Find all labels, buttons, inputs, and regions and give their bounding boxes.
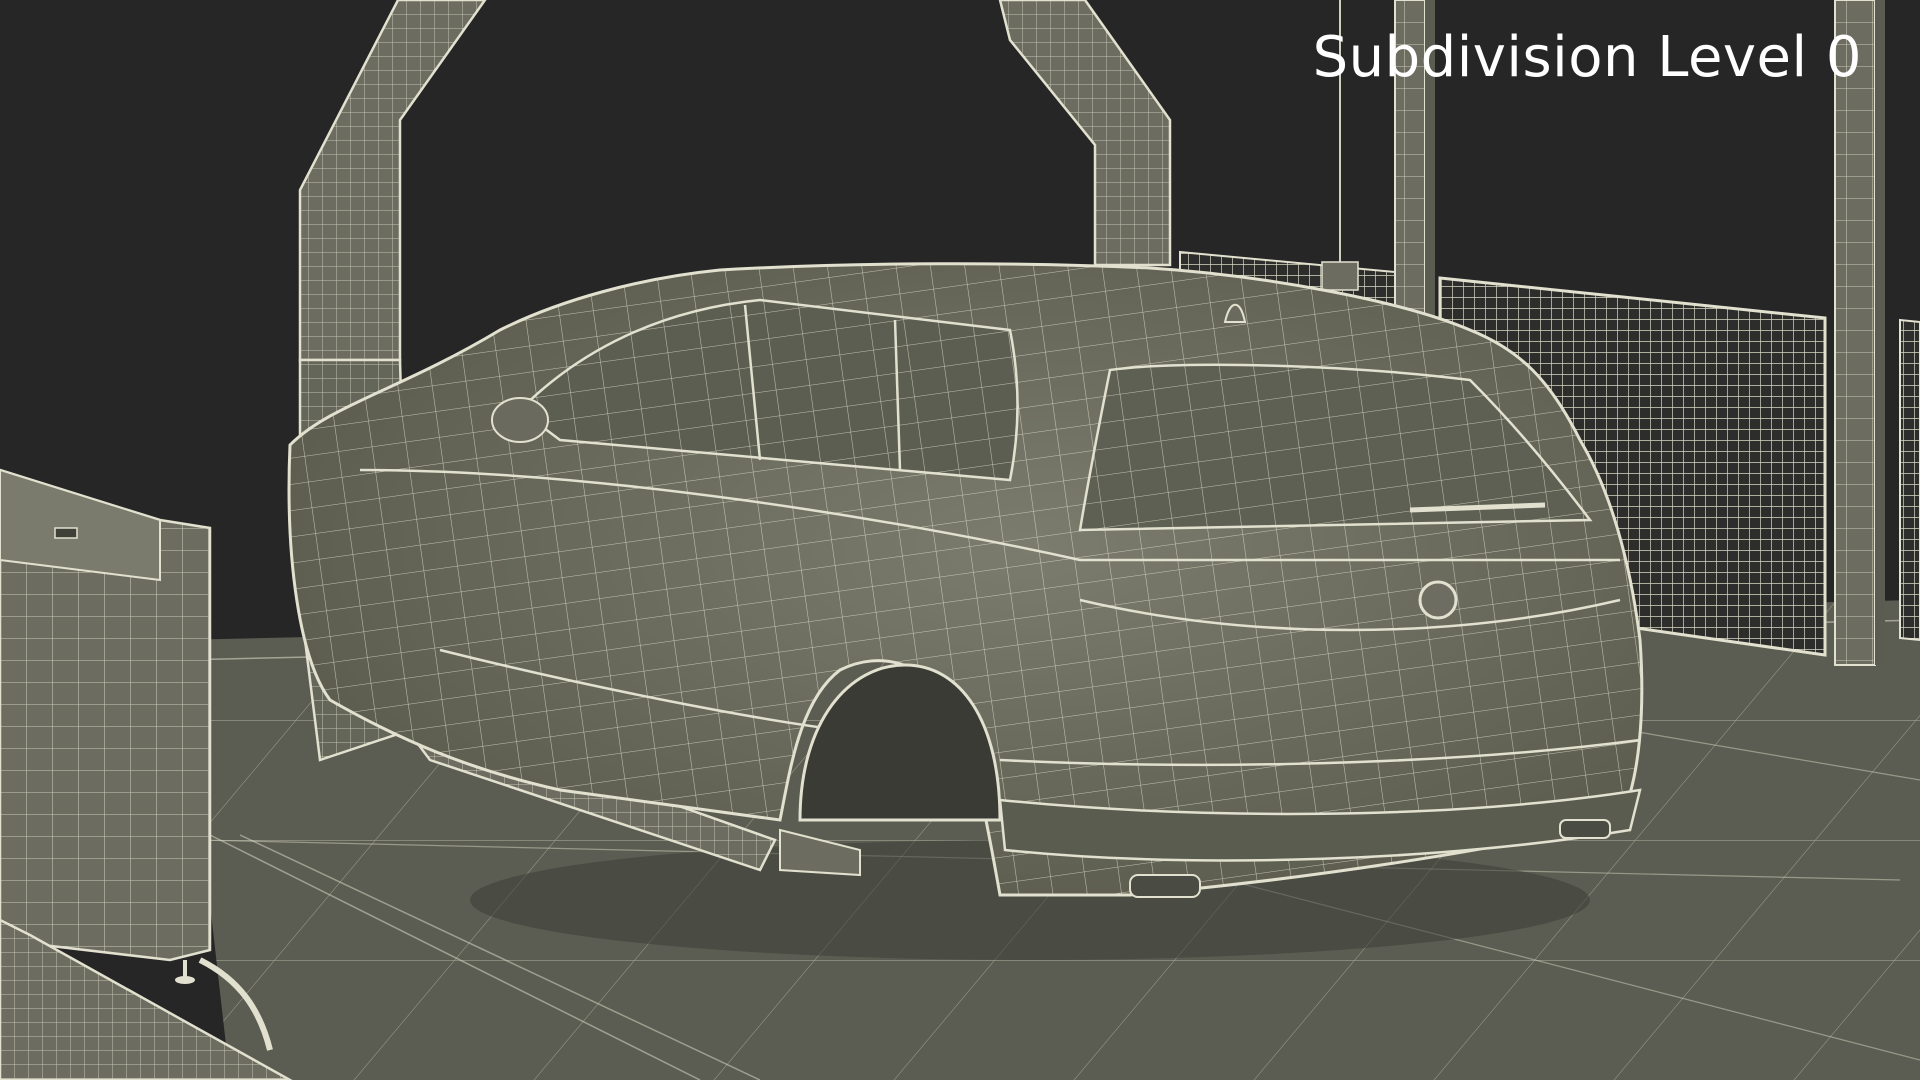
brand-badge [1418, 580, 1458, 620]
viewport-scene [0, 0, 1920, 1080]
side-mirror [491, 397, 549, 443]
subdivision-level-label: Subdivision Level 0 [1312, 25, 1862, 90]
exhaust-tip-left [1129, 874, 1201, 898]
exhaust-tip-right [1559, 819, 1611, 839]
